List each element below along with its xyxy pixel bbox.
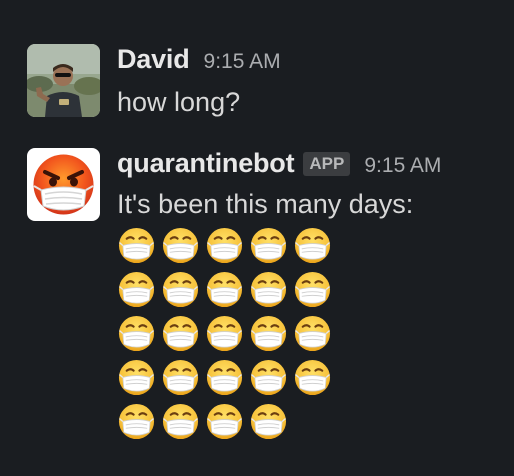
face-with-medical-mask-icon <box>118 227 155 264</box>
message-header: quarantinebot APP 9:15 AM <box>117 148 514 184</box>
face-with-medical-mask-icon <box>162 403 199 440</box>
face-with-medical-mask-icon <box>250 403 287 440</box>
face-with-medical-mask-icon <box>206 403 243 440</box>
face-with-medical-mask-icon <box>294 271 331 308</box>
message-header: David 9:15 AM <box>117 44 514 78</box>
face-with-medical-mask-icon <box>118 403 155 440</box>
face-with-medical-mask-icon <box>206 271 243 308</box>
face-with-medical-mask-icon <box>162 359 199 396</box>
face-with-medical-mask-icon <box>162 227 199 264</box>
face-with-medical-mask-icon <box>206 359 243 396</box>
emoji-row <box>117 314 357 358</box>
face-with-medical-mask-icon <box>162 271 199 308</box>
face-with-medical-mask-icon <box>250 271 287 308</box>
face-with-medical-mask-icon <box>294 359 331 396</box>
face-with-medical-mask-icon <box>250 359 287 396</box>
sender-name[interactable]: David <box>117 44 190 75</box>
timestamp[interactable]: 9:15 AM <box>364 154 441 178</box>
emoji-row <box>117 358 357 402</box>
face-with-medical-mask-icon <box>118 359 155 396</box>
face-with-medical-mask-icon <box>162 315 199 352</box>
app-badge: APP <box>303 152 351 176</box>
message-text: It's been this many days: <box>117 189 414 219</box>
angry-face-with-mask-icon <box>33 154 94 215</box>
face-with-medical-mask-icon <box>250 227 287 264</box>
message-david: David 9:15 AM how long? <box>27 44 514 118</box>
face-with-medical-mask-icon <box>118 271 155 308</box>
face-with-medical-mask-icon <box>118 315 155 352</box>
message-content: David 9:15 AM how long? <box>117 44 514 118</box>
message-quarantinebot: quarantinebot APP 9:15 AM It's been this… <box>27 148 514 446</box>
face-with-medical-mask-icon <box>206 227 243 264</box>
emoji-grid <box>117 226 357 446</box>
user-photo-icon <box>27 44 100 117</box>
emoji-row <box>117 226 357 270</box>
timestamp[interactable]: 9:15 AM <box>204 50 281 74</box>
message-content: quarantinebot APP 9:15 AM It's been this… <box>117 148 514 446</box>
sender-name[interactable]: quarantinebot <box>117 148 295 179</box>
face-with-medical-mask-icon <box>294 227 331 264</box>
emoji-row <box>117 270 357 314</box>
face-with-medical-mask-icon <box>294 315 331 352</box>
avatar[interactable] <box>27 44 100 117</box>
face-with-medical-mask-icon <box>250 315 287 352</box>
emoji-row <box>117 402 357 446</box>
message-text: how long? <box>117 87 241 117</box>
face-with-medical-mask-icon <box>206 315 243 352</box>
avatar[interactable] <box>27 148 100 221</box>
